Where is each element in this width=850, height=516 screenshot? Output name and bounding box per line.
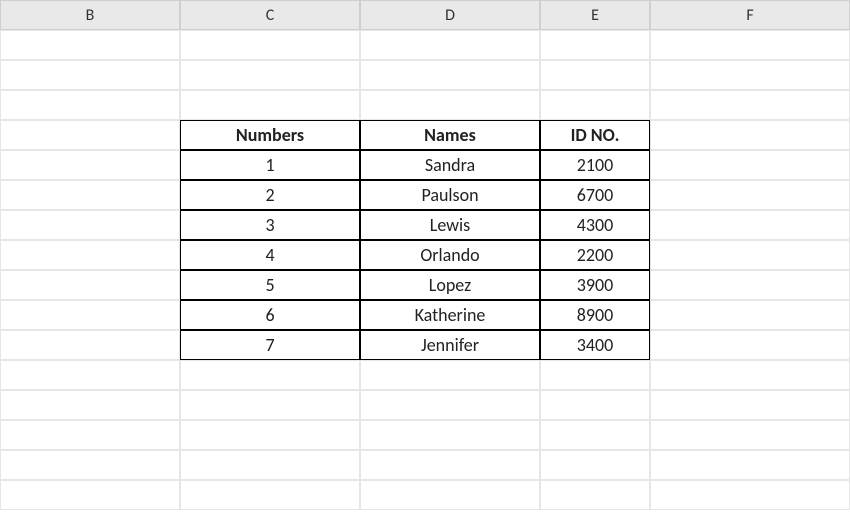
table-cell-id[interactable]: 2100 (540, 150, 650, 180)
table-cell-id[interactable]: 6700 (540, 180, 650, 210)
table-cell-name[interactable]: Paulson (360, 180, 540, 210)
column-header-d[interactable]: D (360, 0, 540, 30)
cell-d15[interactable] (360, 420, 540, 450)
cell-c14[interactable] (180, 390, 360, 420)
cell-f8[interactable] (650, 210, 850, 240)
column-header-e[interactable]: E (540, 0, 650, 30)
table-cell-id[interactable]: 3900 (540, 270, 650, 300)
table-cell-number[interactable]: 6 (180, 300, 360, 330)
cell-d2[interactable] (360, 30, 540, 60)
cell-b7[interactable] (0, 180, 180, 210)
table-cell-id[interactable]: 2200 (540, 240, 650, 270)
table-cell-id[interactable]: 3400 (540, 330, 650, 360)
cell-f9[interactable] (650, 240, 850, 270)
cell-f4[interactable] (650, 90, 850, 120)
column-header-c[interactable]: C (180, 0, 360, 30)
cell-e4[interactable] (540, 90, 650, 120)
cell-c2[interactable] (180, 30, 360, 60)
table-cell-number[interactable]: 3 (180, 210, 360, 240)
cell-d3[interactable] (360, 60, 540, 90)
cell-b12[interactable] (0, 330, 180, 360)
cell-d17[interactable] (360, 480, 540, 510)
table-cell-id[interactable]: 8900 (540, 300, 650, 330)
table-header-id-no[interactable]: ID NO. (540, 120, 650, 150)
table-header-numbers[interactable]: Numbers (180, 120, 360, 150)
cell-b6[interactable] (0, 150, 180, 180)
cell-b13[interactable] (0, 360, 180, 390)
cell-b3[interactable] (0, 60, 180, 90)
cell-d4[interactable] (360, 90, 540, 120)
cell-b10[interactable] (0, 270, 180, 300)
cell-b15[interactable] (0, 420, 180, 450)
cell-b4[interactable] (0, 90, 180, 120)
cell-b17[interactable] (0, 480, 180, 510)
cell-f16[interactable] (650, 450, 850, 480)
cell-f11[interactable] (650, 300, 850, 330)
table-cell-number[interactable]: 7 (180, 330, 360, 360)
table-cell-name[interactable]: Jennifer (360, 330, 540, 360)
cell-e2[interactable] (540, 30, 650, 60)
cell-c4[interactable] (180, 90, 360, 120)
table-cell-name[interactable]: Lopez (360, 270, 540, 300)
cell-b16[interactable] (0, 450, 180, 480)
cell-f5[interactable] (650, 120, 850, 150)
cell-f15[interactable] (650, 420, 850, 450)
cell-f14[interactable] (650, 390, 850, 420)
cell-c3[interactable] (180, 60, 360, 90)
table-cell-name[interactable]: Orlando (360, 240, 540, 270)
spreadsheet[interactable]: B C D E F Numbers Names ID NO. 1 Sandra … (0, 0, 850, 510)
cell-f6[interactable] (650, 150, 850, 180)
cell-c16[interactable] (180, 450, 360, 480)
cell-d16[interactable] (360, 450, 540, 480)
cell-f7[interactable] (650, 180, 850, 210)
cell-f10[interactable] (650, 270, 850, 300)
table-cell-id[interactable]: 4300 (540, 210, 650, 240)
cell-e16[interactable] (540, 450, 650, 480)
column-header-f[interactable]: F (650, 0, 850, 30)
cell-c17[interactable] (180, 480, 360, 510)
cell-f3[interactable] (650, 60, 850, 90)
cell-e17[interactable] (540, 480, 650, 510)
table-header-names[interactable]: Names (360, 120, 540, 150)
table-cell-number[interactable]: 1 (180, 150, 360, 180)
cell-e15[interactable] (540, 420, 650, 450)
cell-e13[interactable] (540, 360, 650, 390)
table-cell-name[interactable]: Lewis (360, 210, 540, 240)
table-cell-name[interactable]: Sandra (360, 150, 540, 180)
table-cell-number[interactable]: 5 (180, 270, 360, 300)
table-cell-name[interactable]: Katherine (360, 300, 540, 330)
cell-b8[interactable] (0, 210, 180, 240)
cell-f13[interactable] (650, 360, 850, 390)
cell-f12[interactable] (650, 330, 850, 360)
cell-b2[interactable] (0, 30, 180, 60)
table-cell-number[interactable]: 4 (180, 240, 360, 270)
cell-c13[interactable] (180, 360, 360, 390)
cell-b5[interactable] (0, 120, 180, 150)
cell-e3[interactable] (540, 60, 650, 90)
cell-d13[interactable] (360, 360, 540, 390)
cell-b11[interactable] (0, 300, 180, 330)
column-header-b[interactable]: B (0, 0, 180, 30)
cell-e14[interactable] (540, 390, 650, 420)
cell-f17[interactable] (650, 480, 850, 510)
cell-c15[interactable] (180, 420, 360, 450)
cell-f2[interactable] (650, 30, 850, 60)
cell-b9[interactable] (0, 240, 180, 270)
table-cell-number[interactable]: 2 (180, 180, 360, 210)
cell-d14[interactable] (360, 390, 540, 420)
cell-b14[interactable] (0, 390, 180, 420)
